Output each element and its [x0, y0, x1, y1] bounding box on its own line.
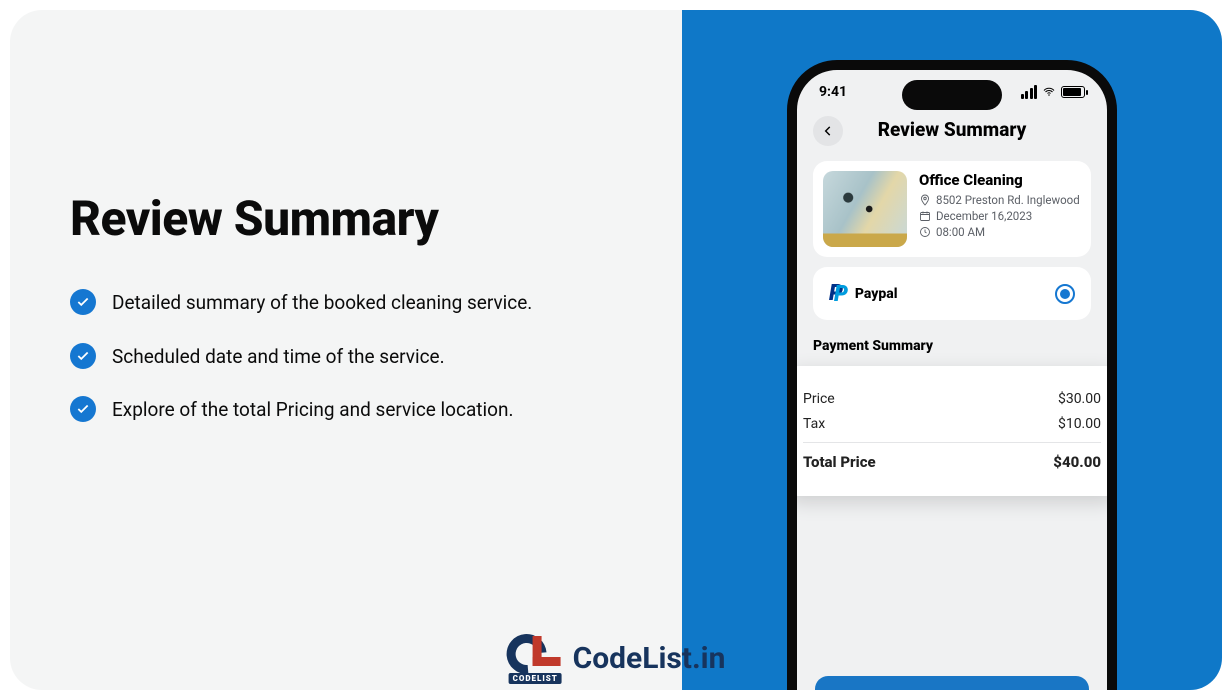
clock-icon — [919, 226, 931, 238]
bullet-text: Scheduled date and time of the service. — [112, 343, 445, 371]
feature-bullet: Scheduled date and time of the service. — [70, 343, 550, 371]
feature-slide: Review Summary Detailed summary of the b… — [10, 10, 1222, 690]
brand-text: CodeList.in — [573, 641, 726, 676]
feature-description: Review Summary Detailed summary of the b… — [10, 10, 682, 690]
back-button[interactable] — [813, 116, 843, 146]
brand-logo-icon: CODELIST — [507, 634, 565, 682]
service-info: Office Cleaning 8502 Preston Rd. Inglewo… — [919, 171, 1081, 239]
feature-bullet: Detailed summary of the booked cleaning … — [70, 289, 550, 317]
signal-icon — [1021, 85, 1038, 99]
payment-method-card[interactable]: P Paypal — [813, 267, 1091, 320]
payment-method-label: Paypal — [855, 286, 898, 302]
check-icon — [70, 396, 96, 422]
calendar-icon — [919, 210, 931, 222]
summary-row-price: Price $30.00 — [803, 391, 1101, 407]
screen-title: Review Summary — [878, 118, 1027, 141]
service-address: 8502 Preston Rd. Inglewood — [919, 193, 1081, 207]
bullet-text: Explore of the total Pricing and service… — [112, 396, 513, 424]
summary-row-total: Total Price $40.00 — [803, 453, 1101, 471]
payment-summary-card: Price $30.00 Tax $10.00 Total Price $40.… — [787, 366, 1117, 496]
phone-status-bar: 9:41 — [797, 70, 1107, 100]
payment-radio-selected[interactable] — [1055, 284, 1075, 304]
service-card[interactable]: Office Cleaning 8502 Preston Rd. Inglewo… — [813, 161, 1091, 257]
paypal-icon: P — [829, 281, 843, 306]
battery-icon — [1061, 86, 1085, 98]
wifi-icon — [1041, 86, 1057, 98]
brand-watermark: CODELIST CodeList.in — [507, 634, 726, 682]
divider — [803, 442, 1101, 443]
location-icon — [919, 194, 931, 206]
bullet-text: Detailed summary of the booked cleaning … — [112, 289, 532, 317]
service-date: December 16,2023 — [919, 209, 1081, 223]
status-time: 9:41 — [819, 84, 847, 100]
phone-preview-panel: 9:41 Review Summary Office Cleaning — [682, 10, 1222, 690]
summary-row-tax: Tax $10.00 — [803, 416, 1101, 432]
screen-nav: Review Summary — [797, 100, 1107, 151]
feature-bullet: Explore of the total Pricing and service… — [70, 396, 550, 424]
status-indicators — [1021, 85, 1086, 99]
feature-bullets: Detailed summary of the booked cleaning … — [70, 289, 550, 424]
pay-now-button[interactable]: Pay Now — [815, 676, 1089, 690]
check-icon — [70, 343, 96, 369]
service-time: 08:00 AM — [919, 225, 1081, 239]
check-icon — [70, 289, 96, 315]
feature-title: Review Summary — [70, 190, 622, 247]
payment-summary-title: Payment Summary — [797, 328, 1107, 362]
chevron-left-icon — [821, 124, 835, 138]
phone-mockup: 9:41 Review Summary Office Cleaning — [787, 60, 1117, 690]
service-name: Office Cleaning — [919, 171, 1081, 189]
service-image — [823, 171, 907, 247]
